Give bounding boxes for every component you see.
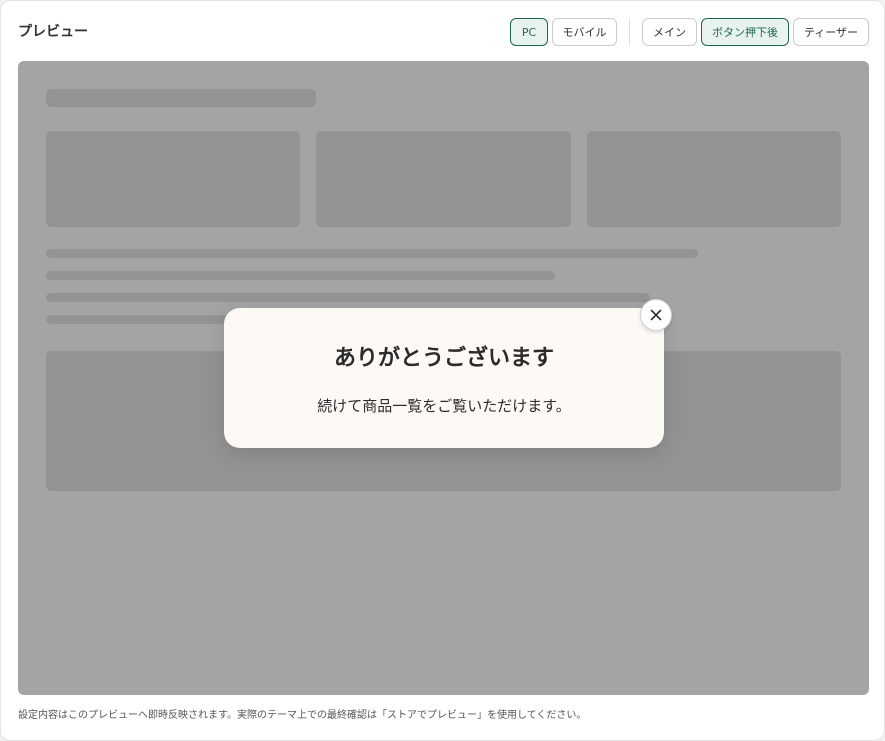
view-main-button[interactable]: メイン [642, 18, 697, 46]
skeleton-heading [46, 89, 316, 107]
skeleton-card [316, 131, 571, 227]
view-teaser-button[interactable]: ティーザー [793, 18, 869, 46]
preview-card: プレビュー PC モバイル メイン ボタン押下後 ティーザー ありがとうございま… [0, 0, 885, 741]
toolbar-divider [629, 18, 630, 46]
modal-message: 続けて商品一覧をご覧いただけます。 [317, 397, 571, 415]
skeleton-line [46, 249, 698, 258]
page-title: プレビュー [18, 24, 88, 40]
device-mobile-button[interactable]: モバイル [552, 18, 617, 46]
view-after-click-button[interactable]: ボタン押下後 [701, 18, 789, 46]
skeleton-card [587, 131, 841, 227]
thank-you-modal: ありがとうございます 続けて商品一覧をご覧いただけます。 [224, 308, 664, 448]
close-icon [650, 309, 662, 321]
device-pc-button[interactable]: PC [510, 18, 548, 46]
preview-footnote: 設定内容はこのプレビューへ即時反映されます。実際のテーマ上での最終確認は「ストア… [18, 710, 587, 721]
skeleton-line [46, 293, 650, 302]
modal-title: ありがとうございます [333, 346, 554, 371]
skeleton-line [46, 271, 555, 280]
skeleton-card [46, 131, 300, 227]
modal-close-button[interactable] [640, 299, 672, 331]
